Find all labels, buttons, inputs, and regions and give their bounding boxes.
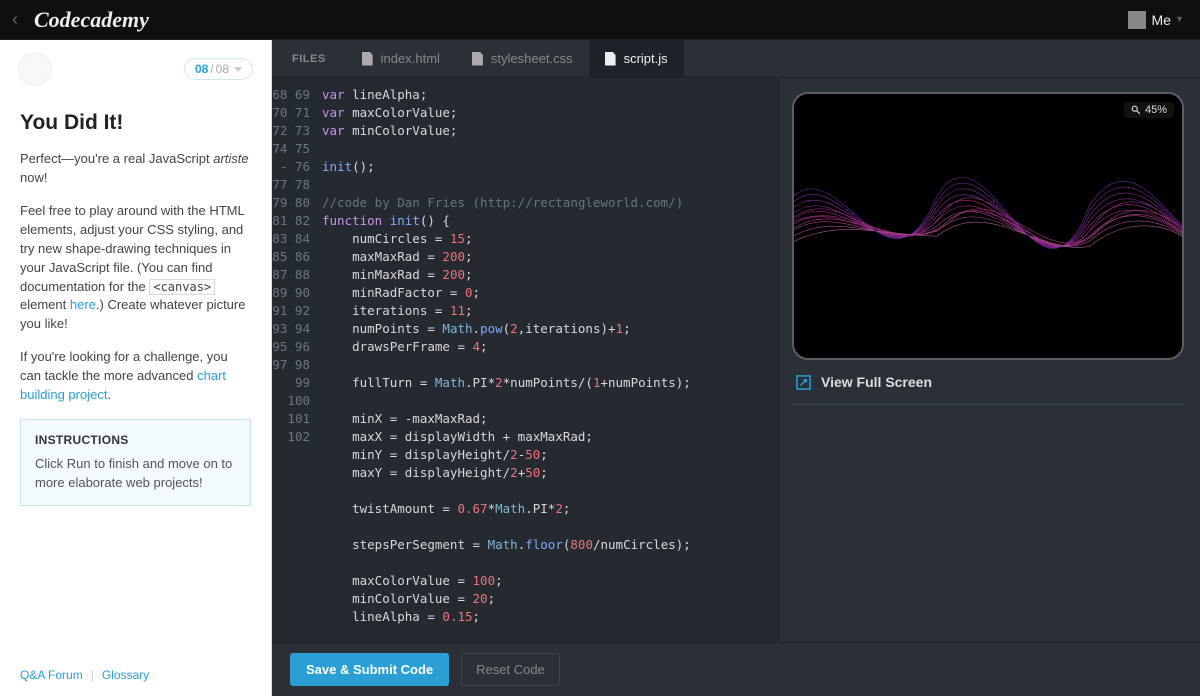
- zoom-badge[interactable]: 45%: [1124, 102, 1174, 118]
- docs-link[interactable]: here: [70, 297, 96, 312]
- instructions-heading: INSTRUCTIONS: [35, 432, 236, 449]
- lesson-title: You Did It!: [20, 108, 251, 138]
- file-icon: [362, 52, 373, 66]
- progress-sep: /: [210, 62, 213, 76]
- preview-frame: 45%: [792, 92, 1184, 360]
- code-content[interactable]: var lineAlpha; var maxColorValue; var mi…: [322, 86, 780, 642]
- brand-logo[interactable]: Codecademy: [32, 7, 149, 33]
- action-bar: Save & Submit Code Reset Code: [272, 642, 1200, 696]
- back-chevron-icon[interactable]: ‹: [6, 9, 24, 30]
- sidebar-head: 08 / 08: [0, 40, 271, 94]
- file-icon: [605, 52, 616, 66]
- search-icon: [1131, 105, 1141, 115]
- lesson-p1: Perfect—you're a real JavaScript artiste…: [20, 150, 251, 188]
- chevron-down-icon: ▾: [1177, 14, 1182, 25]
- view-fullscreen-button[interactable]: View Full Screen: [792, 360, 1184, 405]
- qa-forum-link[interactable]: Q&A Forum: [20, 668, 83, 682]
- save-submit-button[interactable]: Save & Submit Code: [290, 653, 449, 686]
- main: 08 / 08 You Did It! Perfect—you're a rea…: [0, 40, 1200, 696]
- canvas-preview-art: [794, 94, 1182, 358]
- line-gutter: 68 69 70 71 72 73 74 75 - 76 77 78 79 80…: [272, 86, 322, 642]
- user-menu[interactable]: Me ▾: [1128, 11, 1200, 29]
- file-icon: [472, 52, 483, 66]
- coach-avatar[interactable]: [18, 52, 52, 86]
- code-editor[interactable]: 68 69 70 71 72 73 74 75 - 76 77 78 79 80…: [272, 78, 780, 642]
- instructions-box: INSTRUCTIONS Click Run to finish and mov…: [20, 419, 251, 506]
- progress-current: 08: [195, 62, 208, 76]
- me-label: Me: [1152, 12, 1171, 28]
- instructions-text: Click Run to finish and move on to more …: [35, 455, 236, 493]
- lesson-p2: Feel free to play around with the HTML e…: [20, 202, 251, 334]
- workspace: FILES index.html stylesheet.css script.j…: [272, 40, 1200, 696]
- progress-total: 08: [216, 62, 229, 76]
- sidebar-footer: Q&A Forum | Glossary: [0, 658, 271, 696]
- tab-index-html[interactable]: index.html: [346, 40, 456, 77]
- sidebar: 08 / 08 You Did It! Perfect—you're a rea…: [0, 40, 272, 696]
- canvas-code-tag: <canvas>: [149, 279, 215, 295]
- tabs-row: FILES index.html stylesheet.css script.j…: [272, 40, 1200, 78]
- reset-code-button[interactable]: Reset Code: [461, 653, 560, 686]
- work-body: 68 69 70 71 72 73 74 75 - 76 77 78 79 80…: [272, 78, 1200, 642]
- glossary-link[interactable]: Glossary: [102, 668, 149, 682]
- avatar-icon: [1128, 11, 1146, 29]
- topbar: ‹ Codecademy Me ▾: [0, 0, 1200, 40]
- preview-column: 45%: [780, 78, 1200, 642]
- tab-script-js[interactable]: script.js: [589, 40, 684, 77]
- fullscreen-icon: [796, 375, 811, 390]
- chevron-down-icon: [234, 67, 242, 72]
- lesson-body: You Did It! Perfect—you're a real JavaSc…: [0, 94, 271, 658]
- files-label: FILES: [272, 40, 346, 77]
- topbar-left: ‹ Codecademy: [0, 7, 149, 33]
- tab-stylesheet-css[interactable]: stylesheet.css: [456, 40, 589, 77]
- progress-pill[interactable]: 08 / 08: [184, 58, 253, 80]
- footer-separator: |: [91, 668, 94, 682]
- lesson-p3: If you're looking for a challenge, you c…: [20, 348, 251, 405]
